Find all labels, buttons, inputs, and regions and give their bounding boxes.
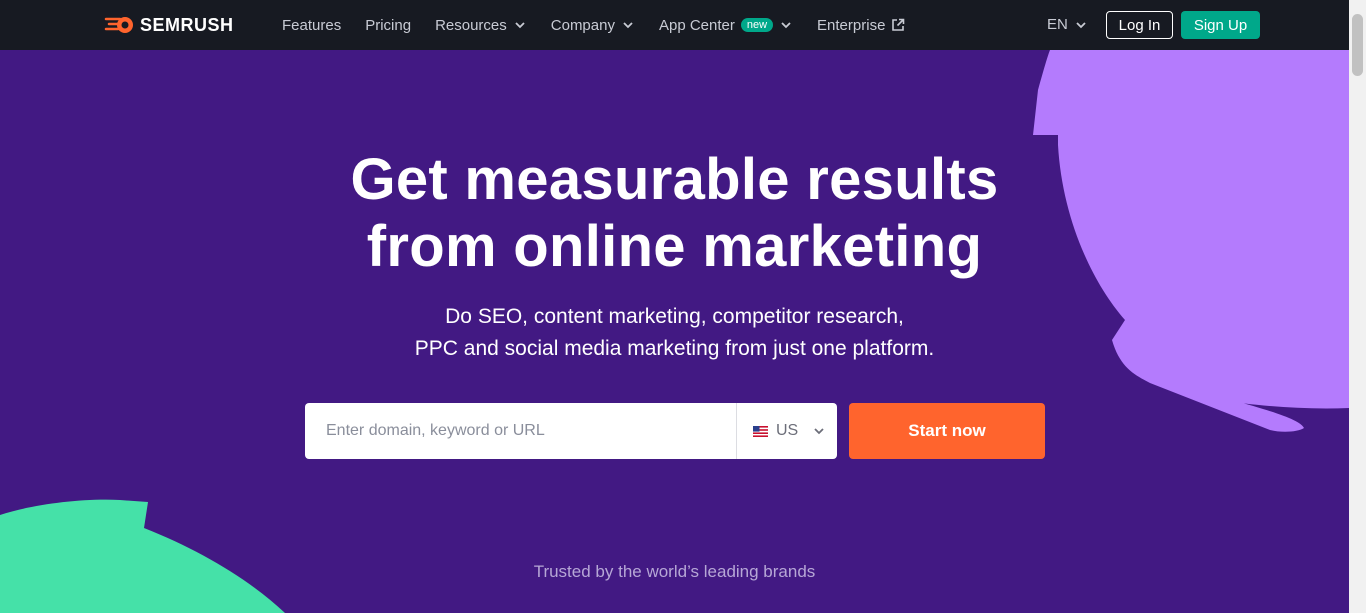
nav-pricing[interactable]: Pricing: [365, 17, 411, 34]
mint-circle-shape: [0, 499, 285, 613]
top-navigation: SEMRUSH Features Pricing Resources Compa…: [0, 0, 1349, 50]
database-label: US: [776, 422, 799, 439]
nav-features-label: Features: [282, 16, 342, 34]
nav-app-center-label: App Center: [658, 16, 735, 34]
nav-resources[interactable]: Resources: [435, 17, 527, 34]
chevron-down-icon: [781, 22, 791, 29]
hero-subtitle-line-1: Do SEO, content marketing, competitor re…: [445, 305, 904, 328]
hero-title: Get measurable results from online marke…: [0, 146, 1349, 280]
hero-subtitle-line-2: PPC and social media marketing from just…: [414, 337, 935, 360]
nav-enterprise-label: Enterprise: [817, 16, 886, 34]
chevron-down-icon: [623, 22, 633, 29]
language-selector[interactable]: EN: [1047, 16, 1088, 33]
external-link-icon: [892, 18, 905, 31]
nav-resources-label: Resources: [435, 16, 507, 34]
database-select[interactable]: US: [736, 403, 837, 459]
chevron-down-icon: [1076, 21, 1086, 28]
chevron-down-icon: [515, 22, 525, 29]
new-badge: new: [740, 18, 774, 32]
trusted-brands-text: Trusted by the world’s leading brands: [533, 562, 816, 581]
main-nav: Features Pricing Resources Company App C…: [282, 0, 929, 50]
hero-subtitle: Do SEO, content marketing, competitor re…: [0, 301, 1349, 365]
nav-app-center[interactable]: App Center new: [659, 17, 793, 34]
scrollbar-thumb[interactable]: [1352, 14, 1363, 76]
semrush-logo[interactable]: SEMRUSH: [104, 14, 234, 36]
signup-button[interactable]: Sign Up: [1181, 11, 1260, 39]
brand-name: SEMRUSH: [140, 14, 234, 35]
semrush-fireball-icon: [104, 17, 133, 33]
chevron-down-icon: [814, 428, 824, 435]
nav-company[interactable]: Company: [551, 17, 635, 34]
nav-pricing-label: Pricing: [365, 16, 412, 34]
us-flag-icon: [753, 425, 768, 437]
nav-features[interactable]: Features: [282, 17, 341, 34]
nav-enterprise[interactable]: Enterprise: [817, 17, 905, 34]
login-button[interactable]: Log In: [1106, 11, 1173, 39]
page-scrollbar[interactable]: [1349, 0, 1366, 613]
start-now-button[interactable]: Start now: [849, 403, 1045, 459]
language-label: EN: [1047, 16, 1068, 33]
hero-title-line-1: Get measurable results: [350, 147, 999, 212]
search-input[interactable]: [305, 403, 736, 459]
search-box: US: [305, 403, 837, 459]
hero-title-line-2: from online marketing: [366, 214, 983, 279]
nav-company-label: Company: [550, 16, 615, 34]
